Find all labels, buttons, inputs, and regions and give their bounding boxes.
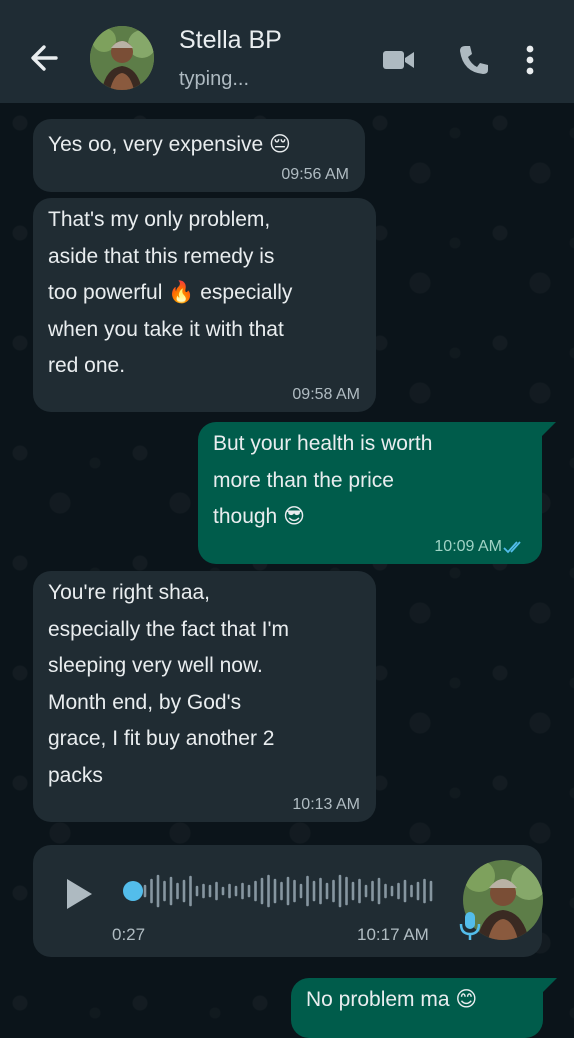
bubble-tail <box>540 422 556 438</box>
waveform[interactable] <box>119 873 439 909</box>
read-receipt-icon <box>503 541 521 554</box>
outgoing-message[interactable]: No problem ma 😊 <box>291 978 557 1038</box>
typing-status: typing... <box>179 68 250 90</box>
video-call-icon[interactable] <box>381 42 417 78</box>
message-text: No problem ma 😊 <box>306 988 478 1011</box>
message-text: But your health is worth more than the p… <box>213 432 433 528</box>
voice-call-icon[interactable] <box>456 42 492 78</box>
message-time: 10:17 AM <box>357 925 429 944</box>
message-time: 10:13 AM <box>292 796 360 813</box>
microphone-icon <box>459 912 481 940</box>
message-text: You're right shaa, especially the fact t… <box>48 581 289 787</box>
more-options-icon[interactable] <box>512 42 548 78</box>
message-time: 09:56 AM <box>281 166 349 183</box>
message-text: That's my only problem, aside that this … <box>48 208 293 377</box>
bubble-tail <box>541 978 557 994</box>
play-icon[interactable] <box>63 877 95 911</box>
voice-note-message[interactable]: 0:27 10:17 AM <box>33 845 543 957</box>
chat-header: Stella BP typing... <box>0 0 574 103</box>
outgoing-message[interactable]: But your health is worth more than the p… <box>198 422 556 564</box>
incoming-message[interactable]: You're right shaa, especially the fact t… <box>33 571 376 822</box>
back-arrow-icon[interactable] <box>26 38 62 78</box>
message-time: 09:58 AM <box>292 386 360 403</box>
contact-avatar[interactable] <box>90 26 154 90</box>
contact-name[interactable]: Stella BP <box>179 26 282 55</box>
voice-duration: 0:27 <box>112 925 146 944</box>
incoming-message[interactable]: Yes oo, very expensive 😔 09:56 AM <box>33 119 365 192</box>
incoming-message[interactable]: That's my only problem, aside that this … <box>33 198 376 412</box>
message-time: 10:09 AM <box>434 538 502 555</box>
message-text: Yes oo, very expensive 😔 <box>48 133 291 156</box>
